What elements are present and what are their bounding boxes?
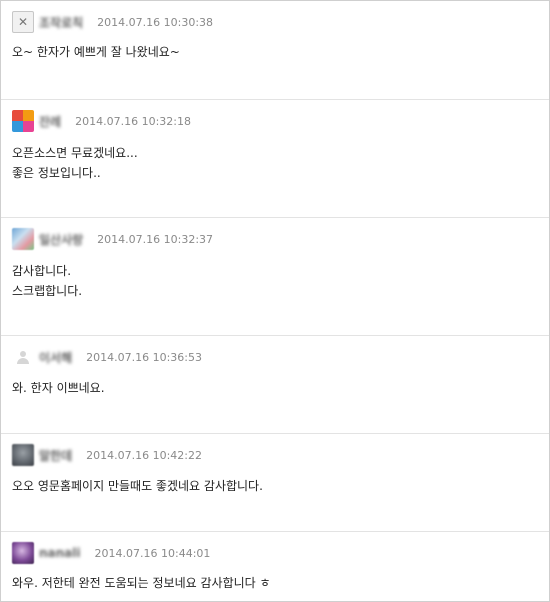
comment-line: 오~ 한자가 예쁘게 잘 나왔네요~ [12, 45, 180, 59]
comment-author[interactable]: 말한데 [39, 447, 72, 464]
comment-header: 잔레 2014.07.16 10:32:18 [12, 110, 191, 132]
comment-line: 와우. 저한테 완전 도움되는 정보네요 감사합니다 ㅎ [12, 576, 271, 590]
comment-header: nanali 2014.07.16 10:44:01 [12, 542, 210, 564]
comment-line: 오픈소스면 무료겠네요... [12, 146, 138, 160]
comment-header: 말한데 2014.07.16 10:42:22 [12, 444, 202, 466]
comment-date: 2014.07.16 10:32:37 [97, 232, 214, 246]
comment-item: 잔레 2014.07.16 10:32:18 오픈소스면 무료겠네요... 좋은… [1, 99, 549, 217]
comment-item: 이서해 2014.07.16 10:36:53 와. 한자 이쁘네요. [1, 335, 549, 433]
comment-author[interactable]: 잔레 [39, 113, 61, 130]
photo-avatar[interactable] [12, 444, 34, 466]
comment-author[interactable]: nanali [39, 546, 81, 560]
comment-item: 말한데 2014.07.16 10:42:22 오오 영문홈페이지 만들때도 좋… [1, 433, 549, 531]
comment-item: nanali 2014.07.16 10:44:01 와우. 저한테 완전 도움… [1, 531, 549, 601]
comment-line: 와. 한자 이쁘네요. [12, 381, 105, 395]
comment-date: 2014.07.16 10:32:18 [75, 114, 191, 128]
comment-body: 와우. 저한테 완전 도움되는 정보네요 감사합니다 ㅎ [12, 573, 271, 593]
comment-body: 와. 한자 이쁘네요. [12, 378, 105, 398]
comment-line: 감사합니다. [12, 264, 72, 278]
photo-avatar[interactable] [12, 542, 34, 564]
comment-author[interactable]: 이서해 [39, 349, 72, 366]
comment-item: 일산사랑 2014.07.16 10:32:37 감사합니다. 스크랩합니다. [1, 217, 549, 335]
comment-body: 오오 영문홈페이지 만들때도 좋겠네요 감사합니다. [12, 476, 263, 496]
colored-blocks-icon[interactable] [12, 110, 34, 132]
comment-author[interactable]: 조작로칙 [39, 14, 83, 31]
comment-header: ✕ 조작로칙 2014.07.16 10:30:38 [12, 11, 213, 33]
photo-avatar[interactable] [12, 228, 34, 250]
close-icon[interactable]: ✕ [12, 11, 34, 33]
comment-line: 스크랩합니다. [12, 284, 83, 298]
comment-item: ✕ 조작로칙 2014.07.16 10:30:38 오~ 한자가 예쁘게 잘 … [1, 1, 549, 99]
comment-header: 이서해 2014.07.16 10:36:53 [12, 346, 202, 368]
user-icon[interactable] [12, 346, 34, 368]
comment-header: 일산사랑 2014.07.16 10:32:37 [12, 228, 213, 250]
comment-body: 오픈소스면 무료겠네요... 좋은 정보입니다.. [12, 143, 138, 183]
comment-line: 오오 영문홈페이지 만들때도 좋겠네요 감사합니다. [12, 479, 263, 493]
comment-date: 2014.07.16 10:36:53 [86, 350, 203, 364]
comment-body: 감사합니다. 스크랩합니다. [12, 261, 82, 301]
comment-author[interactable]: 일산사랑 [39, 231, 83, 248]
comment-date: 2014.07.16 10:30:38 [97, 15, 214, 29]
comment-line: 좋은 정보입니다.. [12, 166, 101, 180]
comment-date: 2014.07.16 10:44:01 [94, 546, 211, 560]
comment-list: ✕ 조작로칙 2014.07.16 10:30:38 오~ 한자가 예쁘게 잘 … [0, 0, 550, 602]
comment-body: 오~ 한자가 예쁘게 잘 나왔네요~ [12, 42, 180, 62]
comment-date: 2014.07.16 10:42:22 [86, 448, 203, 462]
